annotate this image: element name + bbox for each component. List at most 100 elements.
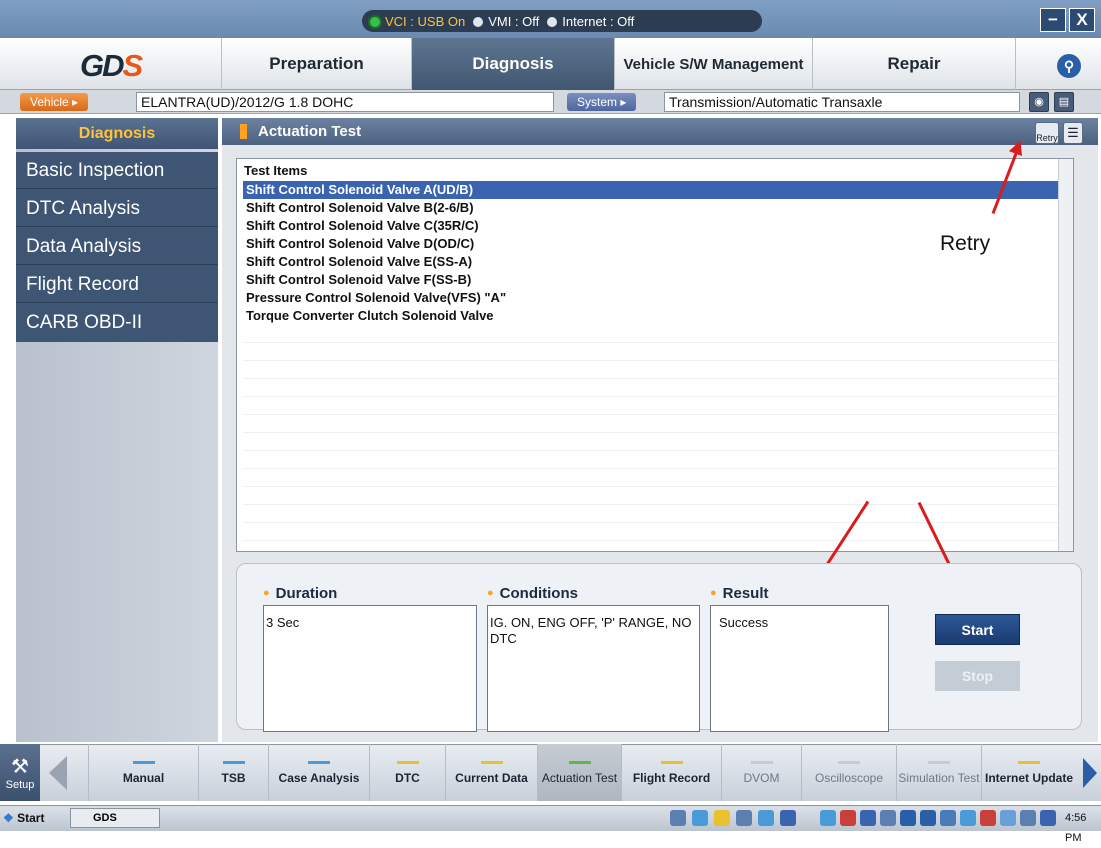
toolbar-label: DTC: [395, 770, 420, 785]
gds-logo: GDS: [80, 48, 143, 83]
stop-button[interactable]: Stop: [935, 661, 1020, 691]
camera-icon[interactable]: ◉: [1029, 92, 1049, 112]
tray-icon[interactable]: [920, 810, 936, 826]
list-view-icon[interactable]: ☰: [1063, 122, 1083, 144]
case-analysis-indicator: [308, 760, 330, 764]
internet-indicator-icon: [547, 16, 558, 27]
table-row[interactable]: Shift Control Solenoid Valve E(SS-A): [243, 253, 1061, 271]
sidebar-item-data-analysis[interactable]: Data Analysis: [16, 228, 218, 265]
toolbar-label: Actuation Test: [541, 770, 618, 785]
empty-table-row: [243, 469, 1061, 487]
empty-table-row: [243, 325, 1061, 343]
tray-icon[interactable]: [840, 810, 856, 826]
close-button[interactable]: X: [1069, 8, 1095, 32]
tab-diagnosis[interactable]: Diagnosis: [411, 38, 614, 90]
tray-icon[interactable]: [1040, 810, 1056, 826]
table-scrollbar[interactable]: [1058, 159, 1073, 551]
dtc-indicator: [396, 760, 419, 764]
setup-label: Setup: [5, 779, 35, 791]
table-row[interactable]: Shift Control Solenoid Valve C(35R/C): [243, 217, 1061, 235]
start-menu-button[interactable]: ❖ Start: [3, 808, 44, 828]
tray-icon[interactable]: [900, 810, 916, 826]
toolbar-dvom[interactable]: DVOM: [721, 744, 801, 801]
current-data-indicator: [480, 760, 503, 764]
table-header: Test Items: [244, 163, 308, 178]
tab-repair[interactable]: Repair: [812, 38, 1016, 90]
vehicle-field: ELANTRA(UD)/2012/G 1.8 DOHC: [136, 92, 554, 112]
toolbar-case-analysis[interactable]: Case Analysis: [268, 744, 369, 801]
sidebar-menu: Basic Inspection DTC Analysis Data Analy…: [16, 152, 218, 342]
toolbar-actuation-test[interactable]: Actuation Test: [537, 744, 621, 801]
oscilloscope-indicator: [838, 760, 860, 764]
system-select-button[interactable]: System ▸: [567, 93, 637, 111]
setup-button[interactable]: ⚒ Setup: [0, 744, 40, 801]
tray-icon[interactable]: [960, 810, 976, 826]
toolbar-flight-record[interactable]: Flight Record: [621, 744, 721, 801]
tools-icon: ⚒: [11, 756, 29, 778]
scroll-left-icon[interactable]: [43, 754, 73, 792]
minimize-button[interactable]: −: [1040, 8, 1066, 32]
toolbar-simulation-test[interactable]: Simulation Test: [896, 744, 981, 801]
empty-table-row: [243, 397, 1061, 415]
tray-icon[interactable]: [758, 810, 774, 826]
scroll-right-icon[interactable]: [1080, 754, 1100, 792]
empty-table-row: [243, 415, 1061, 433]
table-row[interactable]: Shift Control Solenoid Valve A(UD/B): [243, 181, 1061, 199]
layout-icon[interactable]: ▤: [1054, 92, 1074, 112]
tray-icon[interactable]: [670, 810, 686, 826]
toolbar-internet-update[interactable]: Internet Update: [981, 744, 1076, 801]
tray-icon[interactable]: [860, 810, 876, 826]
toolbar-tsb[interactable]: TSB: [198, 744, 268, 801]
window-controls: − X: [1040, 8, 1095, 32]
empty-table-row: [243, 505, 1061, 523]
toolbar-oscilloscope[interactable]: Oscilloscope: [801, 744, 896, 801]
tray-icon[interactable]: [940, 810, 956, 826]
toolbar-current-data[interactable]: Current Data: [445, 744, 537, 801]
toolbar-manual[interactable]: Manual: [88, 744, 198, 801]
empty-table-row: [243, 487, 1061, 505]
retry-icon[interactable]: Retry: [1035, 122, 1059, 144]
toolbar-dtc[interactable]: DTC: [369, 744, 445, 801]
tab-preparation[interactable]: Preparation: [221, 38, 411, 90]
search-icon[interactable]: ⚲: [1057, 54, 1081, 78]
tray-icon[interactable]: [980, 810, 996, 826]
table-row[interactable]: Pressure Control Solenoid Valve(VFS) "A": [243, 289, 1061, 307]
table-row[interactable]: Torque Converter Clutch Solenoid Valve: [243, 307, 1061, 325]
result-value: Success: [710, 605, 889, 732]
table-row[interactable]: Shift Control Solenoid Valve D(OD/C): [243, 235, 1061, 253]
tray-icon[interactable]: [780, 810, 796, 826]
tray-icon[interactable]: [714, 810, 730, 826]
tray-icon[interactable]: [692, 810, 708, 826]
vci-indicator-icon: [370, 16, 380, 27]
sidebar-item-dtc-analysis[interactable]: DTC Analysis: [16, 190, 218, 227]
empty-table-row: [243, 361, 1061, 379]
toolbar-label: TSB: [221, 770, 246, 785]
tray-icon[interactable]: [736, 810, 752, 826]
tray-icon[interactable]: [1020, 810, 1036, 826]
duration-label: Duration: [263, 585, 338, 602]
empty-table-row: [243, 379, 1061, 397]
table-row[interactable]: Shift Control Solenoid Valve F(SS-B): [243, 271, 1061, 289]
toolbar-label: Manual: [122, 770, 165, 785]
toolbar-label: Simulation Test: [898, 770, 980, 785]
start-label: Start: [17, 811, 45, 825]
panel-title-marker: [240, 124, 247, 139]
vci-status: VCI : USB On: [370, 14, 465, 29]
tsb-indicator: [222, 760, 245, 764]
sidebar-title: Diagnosis: [16, 118, 218, 149]
tray-icon[interactable]: [880, 810, 896, 826]
vmi-status: VMI : Off: [473, 14, 539, 29]
taskbar-app-gds[interactable]: GDS: [70, 808, 160, 828]
table-row[interactable]: Shift Control Solenoid Valve B(2-6/B): [243, 199, 1061, 217]
sidebar-item-carb-obd[interactable]: CARB OBD-II: [16, 304, 218, 341]
sidebar-item-basic-inspection[interactable]: Basic Inspection: [16, 152, 218, 189]
sidebar-item-flight-record[interactable]: Flight Record: [16, 266, 218, 303]
tray-icon[interactable]: [820, 810, 836, 826]
vehicle-select-button[interactable]: Vehicle ▸: [20, 93, 89, 111]
system-field: Transmission/Automatic Transaxle: [664, 92, 1020, 112]
tray-icon[interactable]: [1000, 810, 1016, 826]
toolbar-label: Current Data: [455, 770, 528, 785]
start-button[interactable]: Start: [935, 614, 1020, 645]
duration-value: 3 Sec: [263, 605, 477, 732]
tab-vehicle-sw-management[interactable]: Vehicle S/W Management: [614, 38, 812, 90]
